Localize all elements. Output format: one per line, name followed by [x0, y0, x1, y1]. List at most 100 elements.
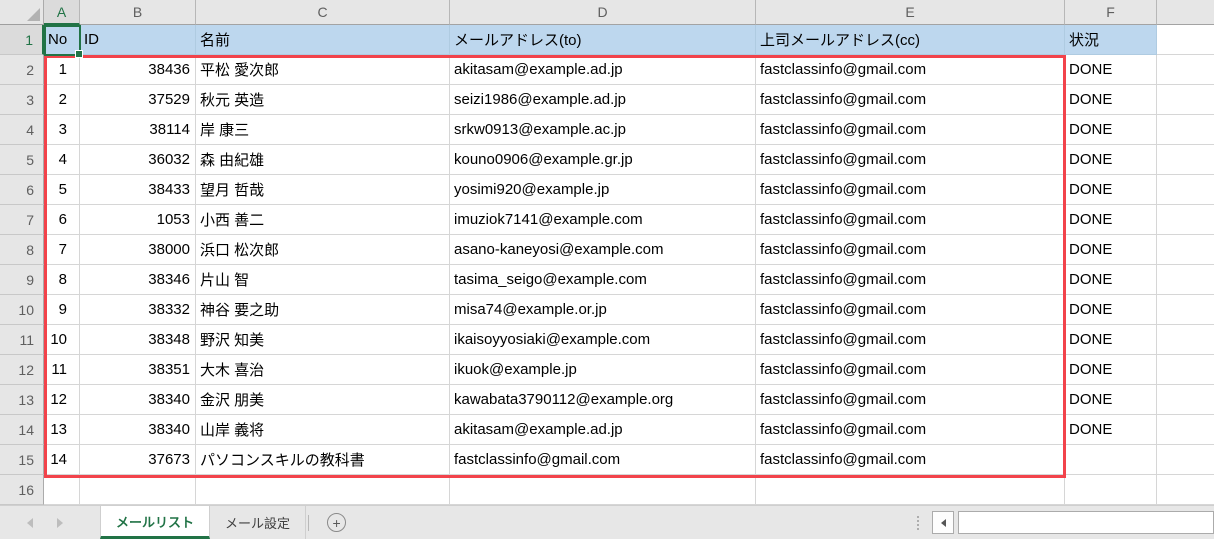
cell-B4[interactable]: 38114 — [80, 115, 196, 145]
cell-A1[interactable]: No — [44, 25, 80, 55]
cell-E1[interactable]: 上司メールアドレス(cc) — [756, 25, 1065, 55]
cell-A5[interactable]: 4 — [44, 145, 80, 175]
cell-B15[interactable]: 37673 — [80, 445, 196, 475]
cell-F10[interactable]: DONE — [1065, 295, 1157, 325]
row-header-6[interactable]: 6 — [0, 175, 44, 205]
cell-F16[interactable] — [1065, 475, 1157, 505]
cell-D14[interactable]: akitasam@example.ad.jp — [450, 415, 756, 445]
row-header-2[interactable]: 2 — [0, 55, 44, 85]
cell-B9[interactable]: 38346 — [80, 265, 196, 295]
cell-C12[interactable]: 大木 喜治 — [196, 355, 450, 385]
cell-D11[interactable]: ikaisoyyosiaki@example.com — [450, 325, 756, 355]
column-header-c[interactable]: C — [196, 0, 450, 25]
cell-F14[interactable]: DONE — [1065, 415, 1157, 445]
row-header-7[interactable]: 7 — [0, 205, 44, 235]
cell-E4[interactable]: fastclassinfo@gmail.com — [756, 115, 1065, 145]
cell-F15[interactable] — [1065, 445, 1157, 475]
cell-A9[interactable]: 8 — [44, 265, 80, 295]
cell-G14[interactable] — [1157, 415, 1214, 445]
cell-F7[interactable]: DONE — [1065, 205, 1157, 235]
row-header-14[interactable]: 14 — [0, 415, 44, 445]
row-header-1[interactable]: 1 — [0, 25, 44, 55]
cell-E6[interactable]: fastclassinfo@gmail.com — [756, 175, 1065, 205]
cell-G5[interactable] — [1157, 145, 1214, 175]
cell-D16[interactable] — [450, 475, 756, 505]
cell-E13[interactable]: fastclassinfo@gmail.com — [756, 385, 1065, 415]
cell-D10[interactable]: misa74@example.or.jp — [450, 295, 756, 325]
scroll-left-button[interactable] — [932, 511, 954, 534]
column-header-e[interactable]: E — [756, 0, 1065, 25]
cell-G8[interactable] — [1157, 235, 1214, 265]
cell-A12[interactable]: 11 — [44, 355, 80, 385]
cell-E3[interactable]: fastclassinfo@gmail.com — [756, 85, 1065, 115]
cell-E16[interactable] — [756, 475, 1065, 505]
cell-C1[interactable]: 名前 — [196, 25, 450, 55]
cell-B10[interactable]: 38332 — [80, 295, 196, 325]
cell-G1[interactable] — [1157, 25, 1214, 55]
cell-E5[interactable]: fastclassinfo@gmail.com — [756, 145, 1065, 175]
cell-E11[interactable]: fastclassinfo@gmail.com — [756, 325, 1065, 355]
row-header-8[interactable]: 8 — [0, 235, 44, 265]
cell-A2[interactable]: 1 — [44, 55, 80, 85]
cell-E2[interactable]: fastclassinfo@gmail.com — [756, 55, 1065, 85]
cell-G3[interactable] — [1157, 85, 1214, 115]
cell-G2[interactable] — [1157, 55, 1214, 85]
cell-B2[interactable]: 38436 — [80, 55, 196, 85]
cell-C5[interactable]: 森 由紀雄 — [196, 145, 450, 175]
cell-C9[interactable]: 片山 智 — [196, 265, 450, 295]
cell-B6[interactable]: 38433 — [80, 175, 196, 205]
cell-B5[interactable]: 36032 — [80, 145, 196, 175]
row-header-3[interactable]: 3 — [0, 85, 44, 115]
cell-F5[interactable]: DONE — [1065, 145, 1157, 175]
tab-mail-settings[interactable]: メール設定 — [210, 506, 307, 539]
cell-D2[interactable]: akitasam@example.ad.jp — [450, 55, 756, 85]
cell-D15[interactable]: fastclassinfo@gmail.com — [450, 445, 756, 475]
column-header-b[interactable]: B — [80, 0, 196, 25]
next-sheet-icon[interactable] — [57, 518, 63, 528]
column-header-overflow[interactable] — [1157, 0, 1214, 25]
cell-A8[interactable]: 7 — [44, 235, 80, 265]
cell-A3[interactable]: 2 — [44, 85, 80, 115]
cell-C14[interactable]: 山岸 義将 — [196, 415, 450, 445]
cell-C2[interactable]: 平松 愛次郎 — [196, 55, 450, 85]
row-header-9[interactable]: 9 — [0, 265, 44, 295]
cell-G15[interactable] — [1157, 445, 1214, 475]
cell-C16[interactable] — [196, 475, 450, 505]
cell-B16[interactable] — [80, 475, 196, 505]
cell-E14[interactable]: fastclassinfo@gmail.com — [756, 415, 1065, 445]
cell-D7[interactable]: imuziok7141@example.com — [450, 205, 756, 235]
cell-C11[interactable]: 野沢 知美 — [196, 325, 450, 355]
cell-F4[interactable]: DONE — [1065, 115, 1157, 145]
cell-G7[interactable] — [1157, 205, 1214, 235]
cell-D5[interactable]: kouno0906@example.gr.jp — [450, 145, 756, 175]
cell-F12[interactable]: DONE — [1065, 355, 1157, 385]
tab-mail-list[interactable]: メールリスト — [100, 506, 211, 539]
cell-D1[interactable]: メールアドレス(to) — [450, 25, 756, 55]
cell-A10[interactable]: 9 — [44, 295, 80, 325]
cell-G13[interactable] — [1157, 385, 1214, 415]
cell-G16[interactable] — [1157, 475, 1214, 505]
add-sheet-button[interactable]: + — [327, 513, 347, 532]
cell-C7[interactable]: 小西 善二 — [196, 205, 450, 235]
cell-G10[interactable] — [1157, 295, 1214, 325]
row-header-12[interactable]: 12 — [0, 355, 44, 385]
row-header-4[interactable]: 4 — [0, 115, 44, 145]
cell-E8[interactable]: fastclassinfo@gmail.com — [756, 235, 1065, 265]
tabbar-splitter-icon[interactable] — [917, 516, 919, 530]
prev-sheet-icon[interactable] — [27, 518, 33, 528]
column-header-a[interactable]: A — [44, 0, 80, 25]
cell-D4[interactable]: srkw0913@example.ac.jp — [450, 115, 756, 145]
cell-C4[interactable]: 岸 康三 — [196, 115, 450, 145]
cell-A7[interactable]: 6 — [44, 205, 80, 235]
cell-F2[interactable]: DONE — [1065, 55, 1157, 85]
cell-D3[interactable]: seizi1986@example.ad.jp — [450, 85, 756, 115]
cell-A15[interactable]: 14 — [44, 445, 80, 475]
cell-G11[interactable] — [1157, 325, 1214, 355]
cell-C15[interactable]: パソコンスキルの教科書 — [196, 445, 450, 475]
cell-B11[interactable]: 38348 — [80, 325, 196, 355]
cell-D13[interactable]: kawabata3790112@example.org — [450, 385, 756, 415]
row-header-10[interactable]: 10 — [0, 295, 44, 325]
cell-B12[interactable]: 38351 — [80, 355, 196, 385]
cell-F8[interactable]: DONE — [1065, 235, 1157, 265]
cell-D8[interactable]: asano-kaneyosi@example.com — [450, 235, 756, 265]
